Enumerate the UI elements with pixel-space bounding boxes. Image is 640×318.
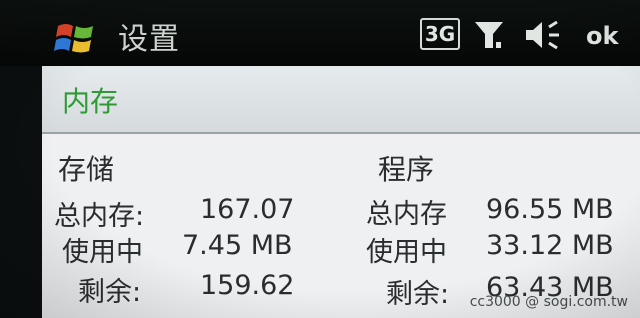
page-title: 内存 bbox=[62, 85, 119, 118]
app-title: 设置 bbox=[118, 22, 180, 57]
program-heading: 程序 bbox=[378, 153, 435, 186]
storage-total-label: 总内存: bbox=[54, 201, 145, 232]
memory-panel: 存储 总内存: 167.07 使用中 7.45 MB 剩余: 159.62 程序… bbox=[42, 134, 640, 318]
storage-total-value: 167.07 bbox=[200, 194, 295, 225]
storage-used-label: 使用中 bbox=[62, 237, 143, 268]
storage-free-value: 159.62 bbox=[200, 270, 295, 301]
storage-used-value: 7.45 MB bbox=[182, 230, 293, 261]
program-total-label: 总内存 bbox=[366, 199, 447, 230]
program-used-value: 33.12 MB bbox=[486, 230, 614, 261]
storage-free-label: 剩余: bbox=[78, 277, 142, 308]
storage-heading: 存储 bbox=[58, 153, 115, 186]
speaker-icon[interactable] bbox=[522, 18, 562, 52]
network-3g-icon: 3G bbox=[420, 18, 460, 50]
watermark: cc3000 @ sogi.com.tw bbox=[469, 294, 628, 310]
page-header: 内存 bbox=[42, 66, 640, 134]
ok-button[interactable]: ok bbox=[586, 22, 618, 56]
memory-screen: 内存 存储 总内存: 167.07 使用中 7.45 MB 剩余: 159.62… bbox=[42, 66, 640, 318]
title-bar: 设置 3G ok bbox=[0, 0, 640, 66]
program-free-label: 剩余: bbox=[386, 279, 450, 310]
windows-start-icon[interactable] bbox=[54, 18, 96, 58]
program-used-label: 使用中 bbox=[366, 237, 447, 268]
signal-icon[interactable] bbox=[472, 18, 506, 52]
program-total-value: 96.55 MB bbox=[486, 194, 614, 225]
